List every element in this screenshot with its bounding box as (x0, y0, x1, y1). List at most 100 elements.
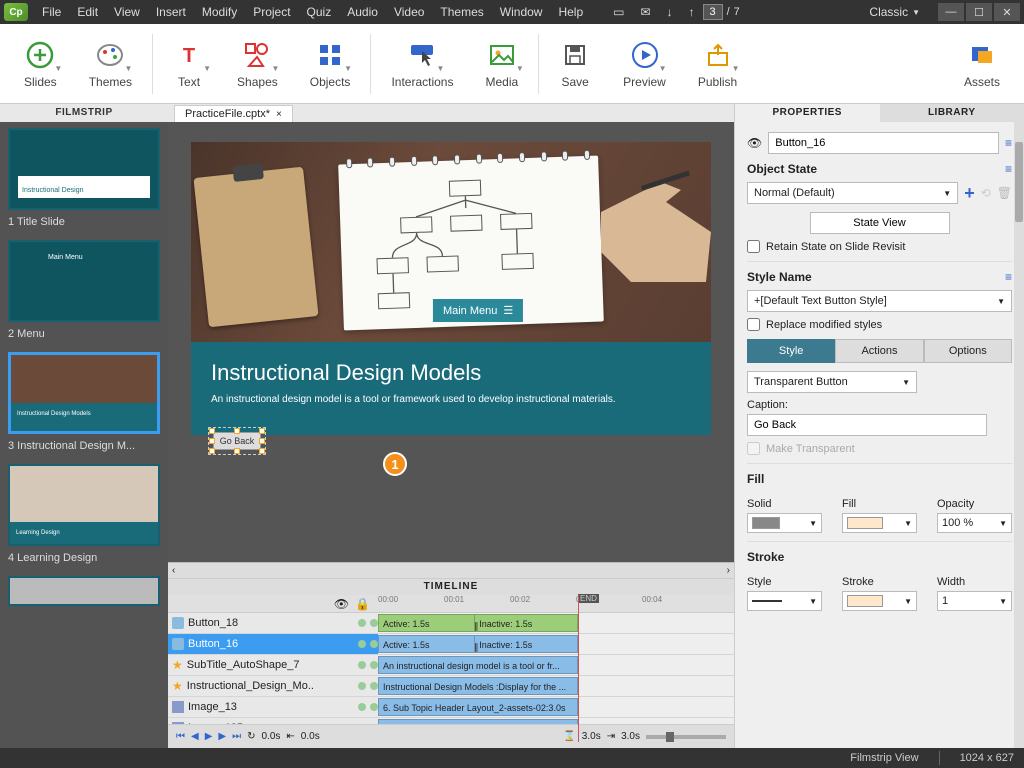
filmstrip-thumb-2[interactable]: Main Menu 2 Menu (8, 240, 160, 340)
menu-icon[interactable]: ≡ (1005, 136, 1012, 150)
document-tab[interactable]: PracticeFile.cptx* × (174, 105, 293, 122)
style-name-select[interactable]: +[Default Text Button Style]▼ (747, 290, 1012, 312)
panel-scrollbar[interactable] (1014, 122, 1024, 748)
ribbon-objects[interactable]: ▼Objects (310, 39, 351, 89)
filmstrip-header: FILMSTRIP (0, 104, 168, 122)
delete-icon[interactable]: 🗑 (997, 186, 1012, 200)
canvas-hscroll[interactable]: ‹› (168, 562, 734, 578)
stroke-style-select[interactable]: ▼ (747, 591, 822, 611)
canvas[interactable]: Main Menu ☰ Instructional Design Models … (168, 122, 734, 562)
page-total: 7 (734, 6, 740, 18)
main-menu-button[interactable]: Main Menu ☰ (433, 299, 523, 322)
seg-options[interactable]: Options (924, 339, 1012, 363)
fill-solid-select[interactable]: ▼ (747, 513, 822, 533)
make-transparent-checkbox: Make Transparent (747, 442, 1012, 455)
ribbon: ▼Slides ▼Themes T▼Text ▼Shapes ▼Objects … (0, 24, 1024, 104)
slide-stage: Main Menu ☰ Instructional Design Models … (191, 142, 711, 435)
timeline-play[interactable]: ▶ (205, 731, 213, 742)
timeline-track[interactable]: Image_136. Sub Topic Header Layout_2-ass… (168, 697, 734, 718)
add-state-icon[interactable]: + (964, 183, 975, 204)
ribbon-themes[interactable]: ▼Themes (89, 39, 132, 89)
menu-quiz[interactable]: Quiz (299, 5, 340, 19)
menu-icon[interactable]: ≡ (1005, 162, 1012, 176)
eye-icon[interactable]: 👁 (747, 136, 762, 150)
object-name-input[interactable] (768, 132, 999, 154)
menubar: Cp File Edit View Insert Modify Project … (0, 0, 1024, 24)
statusbar: Filmstrip View 1024 x 627 (0, 748, 1024, 768)
maximize-button[interactable]: ☐ (966, 3, 992, 21)
caption-input[interactable] (747, 414, 987, 436)
visibility-icon[interactable]: 👁 (334, 597, 349, 611)
ribbon-text[interactable]: T▼Text (173, 39, 205, 89)
callout-marker-1: 1 (383, 452, 407, 476)
ribbon-slides[interactable]: ▼Slides (24, 39, 57, 89)
slide-subtitle: An instructional design model is a tool … (211, 394, 691, 405)
timeline-stepfwd[interactable]: ▶ (218, 731, 226, 742)
library-tab[interactable]: LIBRARY (880, 104, 1024, 122)
timeline-track[interactable]: ★Instructional_Design_Mo..Instructional … (168, 676, 734, 697)
hamburger-icon: ☰ (503, 304, 513, 317)
timeline-header: TIMELINE (168, 579, 734, 595)
timeline-panel: TIMELINE 👁 🔒 00:00 00:01 00:02 00:03 00:… (168, 578, 734, 748)
ribbon-interactions[interactable]: ▼Interactions (391, 39, 453, 89)
opacity-select[interactable]: 100 %▼ (937, 513, 1012, 533)
button-type-select[interactable]: Transparent Button▼ (747, 371, 917, 393)
close-button[interactable]: ✕ (994, 3, 1020, 21)
menu-modify[interactable]: Modify (194, 5, 245, 19)
ribbon-publish[interactable]: ▼Publish (698, 39, 737, 89)
filmstrip-thumb-4[interactable]: Learning Design 4 Learning Design (8, 464, 160, 564)
menu-edit[interactable]: Edit (69, 5, 106, 19)
download-icon[interactable]: ↓ (659, 5, 681, 19)
page-current-input[interactable] (703, 4, 723, 20)
ribbon-assets[interactable]: Assets (964, 39, 1000, 89)
svg-text:T: T (183, 45, 195, 67)
close-tab-icon[interactable]: × (276, 109, 282, 120)
zoom-slider[interactable] (646, 735, 726, 739)
review-icon[interactable]: ▭ (605, 5, 632, 19)
timeline-end[interactable]: ⏭ (232, 731, 241, 742)
ribbon-media[interactable]: ▼Media (485, 39, 518, 89)
timeline-track[interactable]: ★SubTitle_AutoShape_7An instructional de… (168, 655, 734, 676)
timeline-controls: ⏮ ◀ ▶ ▶ ⏭ ↻ 0.0s ⇤0.0s ⌛3.0s ⇥3.0s (168, 724, 734, 748)
menu-icon[interactable]: ≡ (1005, 270, 1012, 284)
go-back-button[interactable]: Go Back (213, 432, 261, 450)
menu-help[interactable]: Help (550, 5, 591, 19)
ribbon-preview[interactable]: ▼Preview (623, 39, 666, 89)
filmstrip-thumb-3[interactable]: Instructional Design Models 3 Instructio… (8, 352, 160, 452)
state-select[interactable]: Normal (Default)▼ (747, 182, 958, 204)
fill-color-select[interactable]: ▼ (842, 513, 917, 533)
stroke-color-select[interactable]: ▼ (842, 591, 917, 611)
status-view: Filmstrip View (850, 752, 918, 764)
workspace-dropdown[interactable]: Classic▼ (861, 5, 928, 19)
filmstrip-panel: FILMSTRIP Instructional Design 1 Title S… (0, 104, 168, 748)
menu-view[interactable]: View (106, 5, 148, 19)
menu-window[interactable]: Window (492, 5, 551, 19)
filmstrip-thumb-5[interactable] (8, 576, 160, 606)
properties-tab[interactable]: PROPERTIES (735, 104, 880, 122)
lock-icon[interactable]: 🔒 (355, 597, 370, 611)
timeline-rewind[interactable]: ⏮ (176, 731, 185, 742)
ribbon-shapes[interactable]: ▼Shapes (237, 39, 278, 89)
timeline-loop[interactable]: ↻ (247, 731, 255, 742)
menu-themes[interactable]: Themes (432, 5, 491, 19)
minimize-button[interactable]: — (938, 3, 964, 21)
seg-actions[interactable]: Actions (835, 339, 923, 363)
menu-video[interactable]: Video (386, 5, 432, 19)
replace-styles-checkbox[interactable]: Replace modified styles (747, 318, 1012, 331)
timeline-track[interactable]: Button_16Active: 1.5sInactive: 1.5s∥ (168, 634, 734, 655)
menu-project[interactable]: Project (245, 5, 298, 19)
retain-state-checkbox[interactable]: Retain State on Slide Revisit (747, 240, 1012, 253)
menu-file[interactable]: File (34, 5, 69, 19)
menu-audio[interactable]: Audio (339, 5, 386, 19)
ribbon-save[interactable]: Save (559, 39, 591, 89)
stroke-width-select[interactable]: 1▼ (937, 591, 1012, 611)
seg-style[interactable]: Style (747, 339, 835, 363)
upload-icon[interactable]: ↑ (681, 5, 703, 19)
filmstrip-thumb-1[interactable]: Instructional Design 1 Title Slide (8, 128, 160, 228)
menu-insert[interactable]: Insert (148, 5, 194, 19)
timeline-track[interactable]: Button_18Active: 1.5sInactive: 1.5s∥ (168, 613, 734, 634)
document-tabbar: PracticeFile.cptx* × (168, 104, 734, 122)
mail-icon[interactable]: ✉ (633, 5, 659, 19)
timeline-stepback[interactable]: ◀ (191, 731, 199, 742)
state-view-button[interactable]: State View (810, 212, 950, 234)
